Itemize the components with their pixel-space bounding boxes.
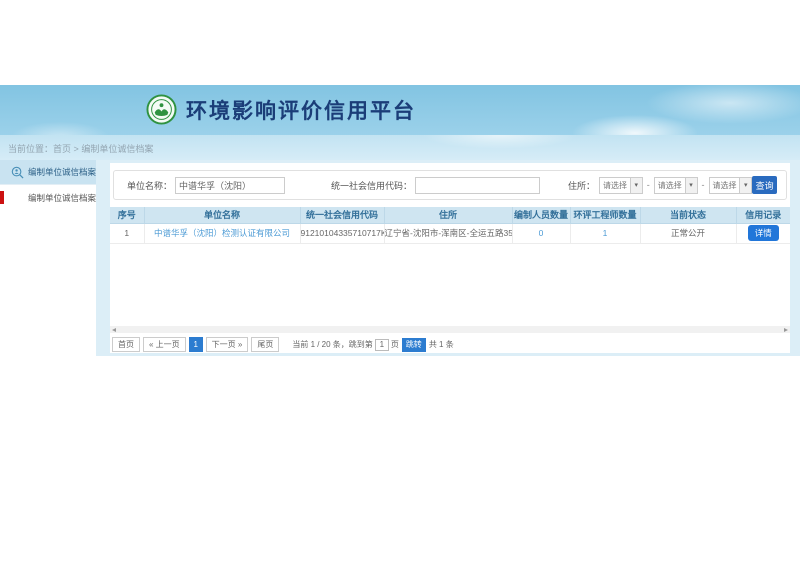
sidebar-header-label: 编制单位诚信档案 bbox=[28, 166, 96, 178]
col-credit-record: 信用记录 bbox=[736, 207, 790, 223]
cell-credit-code: 91210104335710717K bbox=[300, 223, 384, 243]
detail-button[interactable]: 详情 bbox=[748, 225, 779, 241]
breadcrumb: 当前位置：首页 > 编制单位诚信档案 bbox=[8, 142, 153, 155]
cell-unit-name-link[interactable]: 中谱华孚（沈阳）检测认证有限公司 bbox=[144, 223, 300, 243]
col-staff-count: 编制人员数量 bbox=[512, 207, 570, 223]
search-button[interactable]: 查询 bbox=[752, 176, 777, 194]
breadcrumb-band: 当前位置：首页 > 编制单位诚信档案 bbox=[0, 135, 800, 160]
province-select[interactable]: 请选择 ▾ bbox=[599, 177, 643, 194]
active-marker bbox=[0, 191, 4, 204]
chevron-down-icon: ▾ bbox=[739, 178, 751, 193]
scroll-left-icon[interactable] bbox=[112, 328, 116, 332]
sidebar-item-credit-archive[interactable]: 编制单位诚信档案 bbox=[0, 185, 96, 210]
jump-page-input[interactable] bbox=[375, 339, 389, 351]
search-person-icon bbox=[11, 166, 24, 179]
sidebar-header: 编制单位诚信档案 bbox=[0, 160, 96, 185]
horizontal-scrollbar[interactable] bbox=[110, 326, 790, 333]
sidebar: 编制单位诚信档案 编制单位诚信档案 bbox=[0, 160, 96, 356]
unit-name-label: 单位名称： bbox=[127, 179, 172, 192]
scroll-right-icon[interactable] bbox=[784, 328, 788, 332]
table-row: 1 中谱华孚（沈阳）检测认证有限公司 91210104335710717K 辽宁… bbox=[110, 223, 790, 243]
last-page-button[interactable]: 尾页 bbox=[251, 337, 279, 352]
site-title: 环境影响评价信用平台 bbox=[186, 95, 416, 125]
next-page-button[interactable]: 下一页 » bbox=[206, 337, 249, 352]
cell-status: 正常公开 bbox=[640, 223, 736, 243]
credit-code-label: 统一社会信用代码： bbox=[331, 179, 412, 192]
search-form: 单位名称： 统一社会信用代码： 住所： 请选择 ▾ - 请选择 ▾ - 请选择 … bbox=[113, 170, 787, 200]
select-separator: - bbox=[702, 180, 705, 190]
cell-engineer-count-link[interactable]: 1 bbox=[570, 223, 640, 243]
main-panel: 单位名称： 统一社会信用代码： 住所： 请选择 ▾ - 请选择 ▾ - 请选择 … bbox=[110, 163, 790, 353]
prev-page-button[interactable]: « 上一页 bbox=[143, 337, 186, 352]
breadcrumb-current: 编制单位诚信档案 bbox=[81, 144, 153, 154]
credit-code-input[interactable] bbox=[415, 177, 540, 194]
city-select[interactable]: 请选择 ▾ bbox=[654, 177, 698, 194]
mee-emblem-icon bbox=[146, 94, 177, 125]
chevron-down-icon: ▾ bbox=[630, 178, 642, 193]
page-info: 当前 1 / 20 条，跳到第 bbox=[292, 339, 372, 350]
unit-name-input[interactable] bbox=[175, 177, 285, 194]
col-index: 序号 bbox=[110, 207, 144, 223]
current-page-button[interactable]: 1 bbox=[189, 337, 203, 352]
select-separator: - bbox=[647, 180, 650, 190]
col-status: 当前状态 bbox=[640, 207, 736, 223]
col-credit-code: 统一社会信用代码 bbox=[300, 207, 384, 223]
chevron-down-icon: ▾ bbox=[685, 178, 697, 193]
results-table: 序号 单位名称 统一社会信用代码 住所 编制人员数量 环评工程师数量 当前状态 … bbox=[110, 207, 790, 244]
pagination: 首页 « 上一页 1 下一页 » 尾页 当前 1 / 20 条，跳到第 页 跳转… bbox=[112, 337, 788, 352]
cell-index: 1 bbox=[110, 223, 144, 243]
sidebar-item-label: 编制单位诚信档案 bbox=[28, 192, 96, 204]
table-header-row: 序号 单位名称 统一社会信用代码 住所 编制人员数量 环评工程师数量 当前状态 … bbox=[110, 207, 790, 223]
breadcrumb-home-link[interactable]: 首页 bbox=[53, 144, 71, 154]
page-unit: 页 bbox=[391, 339, 399, 350]
col-unit-name: 单位名称 bbox=[144, 207, 300, 223]
page-root: 环境影响评价信用平台 当前位置：首页 > 编制单位诚信档案 编制单位诚信档案 bbox=[0, 0, 800, 565]
col-engineer-count: 环评工程师数量 bbox=[570, 207, 640, 223]
breadcrumb-separator: > bbox=[74, 144, 79, 154]
site-header: 环境影响评价信用平台 bbox=[0, 85, 800, 135]
breadcrumb-prefix: 当前位置： bbox=[8, 144, 53, 154]
district-select[interactable]: 请选择 ▾ bbox=[709, 177, 753, 194]
address-label: 住所： bbox=[568, 179, 595, 192]
first-page-button[interactable]: 首页 bbox=[112, 337, 140, 352]
cell-address: 辽宁省-沈阳市-浑南区-全运五路35-1号楼902 bbox=[384, 223, 512, 243]
col-address: 住所 bbox=[384, 207, 512, 223]
jump-button[interactable]: 跳转 bbox=[402, 338, 426, 352]
total-count: 共 1 条 bbox=[429, 339, 454, 350]
cell-staff-count-link[interactable]: 0 bbox=[512, 223, 570, 243]
